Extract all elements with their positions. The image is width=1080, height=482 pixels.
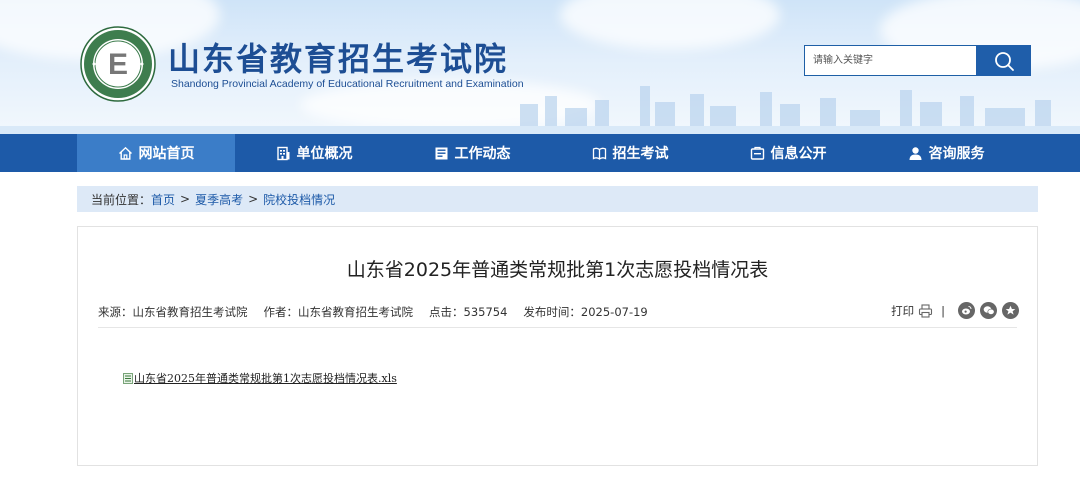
article-meta: 来源：山东省教育招生考试院 作者：山东省教育招生考试院 点击：535754 发布… xyxy=(98,304,648,320)
attachment-filename: 山东省2025年普通类常规批第1次志愿投档情况表.xls xyxy=(134,372,397,385)
meta-divider xyxy=(98,327,1017,328)
search-input[interactable] xyxy=(804,45,976,76)
search-icon xyxy=(994,51,1014,71)
nav-item-home[interactable]: 网站首页 xyxy=(77,134,235,172)
home-icon xyxy=(118,145,134,161)
nav-label: 信息公开 xyxy=(770,146,827,162)
cloud-decoration xyxy=(560,0,780,50)
print-button[interactable]: 打印 xyxy=(891,303,933,319)
nav-label: 招生考试 xyxy=(612,146,669,162)
book-icon xyxy=(592,145,608,161)
main-nav: 网站首页 单位概况 工作动态 招生考试 信息公开 咨询服务 xyxy=(0,134,1080,172)
nav-item-consult[interactable]: 咨询服务 xyxy=(867,134,1025,172)
breadcrumb-separator: > xyxy=(180,192,191,206)
favorite-icon xyxy=(1005,305,1016,315)
site-header: E 山东省教育招生考试院 Shandong Provincial Academy… xyxy=(0,0,1080,134)
article-panel: 山东省2025年普通类常规批第1次志愿投档情况表 来源：山东省教育招生考试院 作… xyxy=(77,226,1038,466)
breadcrumb-prefix: 当前位置： xyxy=(91,192,152,207)
breadcrumb-link-summer-exam[interactable]: 夏季高考 xyxy=(195,191,243,208)
share-wechat-button[interactable] xyxy=(980,302,997,319)
site-title: 山东省教育招生考试院 xyxy=(168,40,509,78)
site-subtitle: Shandong Provincial Academy of Education… xyxy=(171,78,524,90)
breadcrumb-link-home[interactable]: 首页 xyxy=(151,191,175,208)
news-icon xyxy=(434,145,450,161)
search-button[interactable] xyxy=(976,45,1031,76)
nav-item-disclosure[interactable]: 信息公开 xyxy=(709,134,867,172)
printer-icon xyxy=(919,303,933,318)
nav-label: 咨询服务 xyxy=(928,146,985,162)
academy-logo: E xyxy=(80,26,156,102)
nav-label: 网站首页 xyxy=(138,146,195,162)
breadcrumb-separator: > xyxy=(248,192,259,206)
attachment-link[interactable]: 山东省2025年普通类常规批第1次志愿投档情况表.xls xyxy=(123,370,397,386)
meta-clicks: 点击：535754 xyxy=(429,305,508,319)
meta-date: 发布时间：2025-07-19 xyxy=(523,305,648,319)
breadcrumb-link-admission[interactable]: 院校投档情况 xyxy=(263,191,335,208)
city-skyline xyxy=(0,86,1080,134)
excel-file-icon xyxy=(123,372,133,384)
nav-item-about[interactable]: 单位概况 xyxy=(235,134,393,172)
meta-source: 来源：山东省教育招生考试院 xyxy=(98,305,248,319)
svg-text:E: E xyxy=(108,48,128,81)
nav-label: 单位概况 xyxy=(296,146,353,162)
share-favorite-button[interactable] xyxy=(1002,302,1019,319)
share-weibo-button[interactable] xyxy=(958,302,975,319)
breadcrumb: 当前位置： 首页 > 夏季高考 > 院校投档情况 xyxy=(77,186,1038,212)
nav-item-news[interactable]: 工作动态 xyxy=(393,134,551,172)
meta-author: 作者：山东省教育招生考试院 xyxy=(263,305,414,319)
tools-separator: | xyxy=(941,303,945,318)
info-icon xyxy=(750,145,766,161)
user-icon xyxy=(908,145,924,161)
article-tools: 打印 | xyxy=(891,302,1019,319)
nav-label: 工作动态 xyxy=(454,146,511,162)
wechat-icon xyxy=(983,306,995,315)
nav-item-exams[interactable]: 招生考试 xyxy=(551,134,709,172)
article-title: 山东省2025年普通类常规批第1次志愿投档情况表 xyxy=(346,259,769,281)
weibo-icon xyxy=(962,306,972,315)
building-icon xyxy=(276,145,292,161)
print-label: 打印 xyxy=(891,303,915,318)
